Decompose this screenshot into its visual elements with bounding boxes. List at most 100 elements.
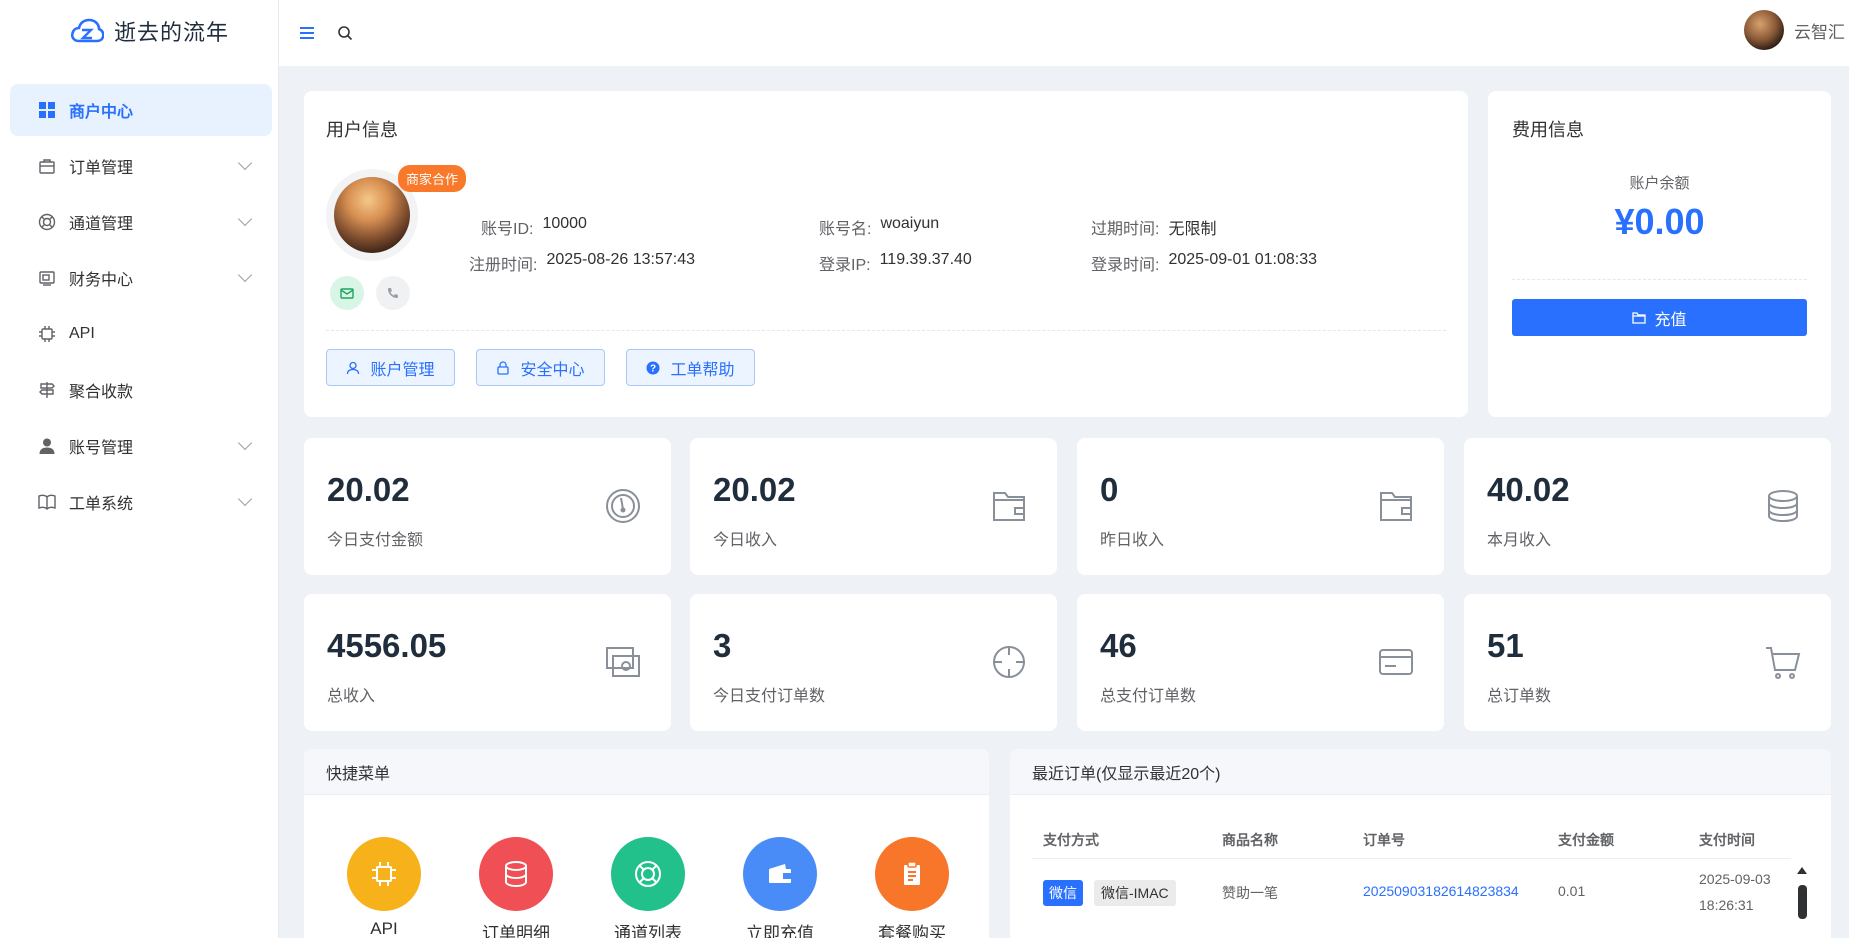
sidebar-item-merchant-center[interactable]: 商户中心 xyxy=(10,84,272,136)
book-icon xyxy=(37,492,57,512)
stat-value: 3 xyxy=(713,627,732,664)
info-row: 注册时间: 2025-08-26 13:57:43 登录IP: 119.39.37.… xyxy=(469,245,1419,281)
phone-icon[interactable] xyxy=(376,276,410,310)
divider xyxy=(1512,279,1807,280)
sidebar-item-channels[interactable]: 通道管理 xyxy=(10,196,272,248)
lifebuoy-icon xyxy=(611,837,685,911)
crosshair-icon xyxy=(993,646,1025,678)
pay-method-tag: 微信 xyxy=(1043,880,1083,906)
card-icon xyxy=(1379,649,1413,675)
stat-label: 总收入 xyxy=(327,688,376,705)
sidebar-item-orders[interactable]: 订单管理 xyxy=(10,140,272,192)
top-header: 云智汇 xyxy=(279,0,1849,66)
pay-amount: 0.01 xyxy=(1558,883,1586,899)
button-label: 安全中心 xyxy=(520,361,585,379)
grid-icon xyxy=(37,100,57,120)
quick-item-recharge-now[interactable]: 立即充值 xyxy=(740,837,820,938)
wallet-icon xyxy=(743,837,817,911)
scroll-up-arrow-icon[interactable] xyxy=(1797,867,1807,874)
person-icon xyxy=(37,436,57,456)
register-time: 注册时间: 2025-08-26 13:57:43 xyxy=(469,251,819,275)
chevron-down-icon xyxy=(237,155,253,171)
user-info-title: 用户信息 xyxy=(326,120,398,140)
user-menu[interactable]: 云智汇 xyxy=(1744,10,1845,50)
quick-item-package-purchase[interactable]: 套餐购买 xyxy=(872,837,952,938)
sidebar-item-label: 财务中心 xyxy=(69,272,134,289)
divider xyxy=(1032,858,1791,859)
sidebar-menu: 商户中心 订单管理 通道管理 财务中心 API 聚合收款 账号管理 工单系统 xyxy=(0,84,278,528)
stat-label: 总支付订单数 xyxy=(1100,688,1197,705)
stat-card-yesterday-income: 0 昨日收入 xyxy=(1077,438,1444,575)
balance-amount: ¥0.00 xyxy=(1614,201,1705,242)
sidebar-item-label: API xyxy=(69,325,95,342)
field-value: 2025-08-26 13:57:43 xyxy=(546,251,696,268)
user-name: 云智汇 xyxy=(1794,22,1845,42)
field-value: 119.39.37.40 xyxy=(879,251,972,268)
login-ip: 登录IP: 119.39.37.40 xyxy=(819,251,1091,275)
product-name: 赞助一笔 xyxy=(1222,885,1278,901)
stat-value: 20.02 xyxy=(713,471,796,508)
user-info-card: 用户信息 商家合作 账号ID: 10000 账号名: woaiyun 过期时间: 无限… xyxy=(304,91,1468,417)
stat-card-month-income: 40.02 本月收入 xyxy=(1464,438,1831,575)
sidebar-item-aggregate-payment[interactable]: 聚合收款 xyxy=(10,364,272,416)
wallet-icon xyxy=(1380,492,1412,521)
stat-label: 今日支付金额 xyxy=(327,532,424,549)
sidebar-item-label: 账号管理 xyxy=(69,440,134,457)
stat-value: 20.02 xyxy=(327,471,410,508)
gauge-icon xyxy=(606,489,640,523)
lock-icon xyxy=(497,360,510,375)
stat-value: 0 xyxy=(1100,471,1119,508)
sidebar-item-label: 商户中心 xyxy=(69,104,134,121)
stat-card-total-pay-orders: 46 总支付订单数 xyxy=(1077,594,1444,731)
sidebar-item-finance[interactable]: 财务中心 xyxy=(10,252,272,304)
order-number-link[interactable]: 20250903182614823834 xyxy=(1363,883,1519,899)
recent-orders-title: 最近订单(仅显示最近20个) xyxy=(1010,749,1831,795)
field-value: woaiyun xyxy=(880,215,940,232)
app-logo[interactable]: 逝去的流年 xyxy=(0,0,278,62)
wallet-icon xyxy=(1632,312,1647,324)
column-header: 支付时间 xyxy=(1699,832,1755,848)
mail-icon[interactable] xyxy=(330,276,364,310)
app-name: 逝去的流年 xyxy=(114,20,230,45)
user-icon xyxy=(347,361,360,374)
account-name: 账号名: woaiyun xyxy=(819,215,1091,239)
field-label: 账号ID: xyxy=(481,221,534,238)
quick-item-label: 订单明细 xyxy=(482,924,550,938)
search-icon[interactable] xyxy=(335,23,355,43)
sidebar-item-accounts[interactable]: 账号管理 xyxy=(10,420,272,472)
chevron-down-icon xyxy=(237,491,253,507)
quick-item-channel-list[interactable]: 通道列表 xyxy=(608,837,688,938)
quick-item-order-details[interactable]: 订单明细 xyxy=(476,837,556,938)
chevron-down-icon xyxy=(237,267,253,283)
sidebar-item-label: 通道管理 xyxy=(69,216,134,233)
account-management-button[interactable]: 账户管理 xyxy=(326,349,455,386)
ticket-help-button[interactable]: ? 工单帮助 xyxy=(626,349,755,386)
fee-info-title: 费用信息 xyxy=(1512,120,1584,140)
column-header: 商品名称 xyxy=(1222,832,1278,848)
menu-toggle-icon[interactable] xyxy=(297,23,317,43)
button-label: 账户管理 xyxy=(370,361,435,379)
button-label: 充值 xyxy=(1654,311,1687,329)
recharge-button[interactable]: 充值 xyxy=(1512,299,1807,336)
help-icon: ? xyxy=(646,361,660,374)
scrollbar-thumb[interactable] xyxy=(1798,885,1807,919)
channel-tag: 微信-IMAC xyxy=(1094,880,1176,906)
quick-menu-card: 快捷菜单 API 订单明细 通道列表 立即充值 套餐购买 xyxy=(304,749,989,938)
button-label: 工单帮助 xyxy=(670,361,735,379)
security-center-button[interactable]: 安全中心 xyxy=(476,349,605,386)
avatar xyxy=(1744,10,1784,50)
stat-value: 4556.05 xyxy=(327,627,447,664)
sidebar-item-tickets[interactable]: 工单系统 xyxy=(10,476,272,528)
chip-icon xyxy=(347,837,421,911)
quick-item-label: API xyxy=(370,919,398,938)
balance-label: 账户余额 xyxy=(1629,175,1690,192)
sidebar-item-label: 聚合收款 xyxy=(69,384,134,401)
stat-card-today-pay-orders: 3 今日支付订单数 xyxy=(690,594,1057,731)
fee-info-card: 费用信息 账户余额 ¥0.00 充值 xyxy=(1488,91,1831,417)
quick-item-label: 套餐购买 xyxy=(878,924,946,938)
field-label: 注册时间: xyxy=(469,257,538,274)
stat-label: 总订单数 xyxy=(1487,688,1552,705)
quick-item-api[interactable]: API xyxy=(344,837,424,938)
sidebar-item-api[interactable]: API xyxy=(10,308,272,360)
stat-card-today-income: 20.02 今日收入 xyxy=(690,438,1057,575)
